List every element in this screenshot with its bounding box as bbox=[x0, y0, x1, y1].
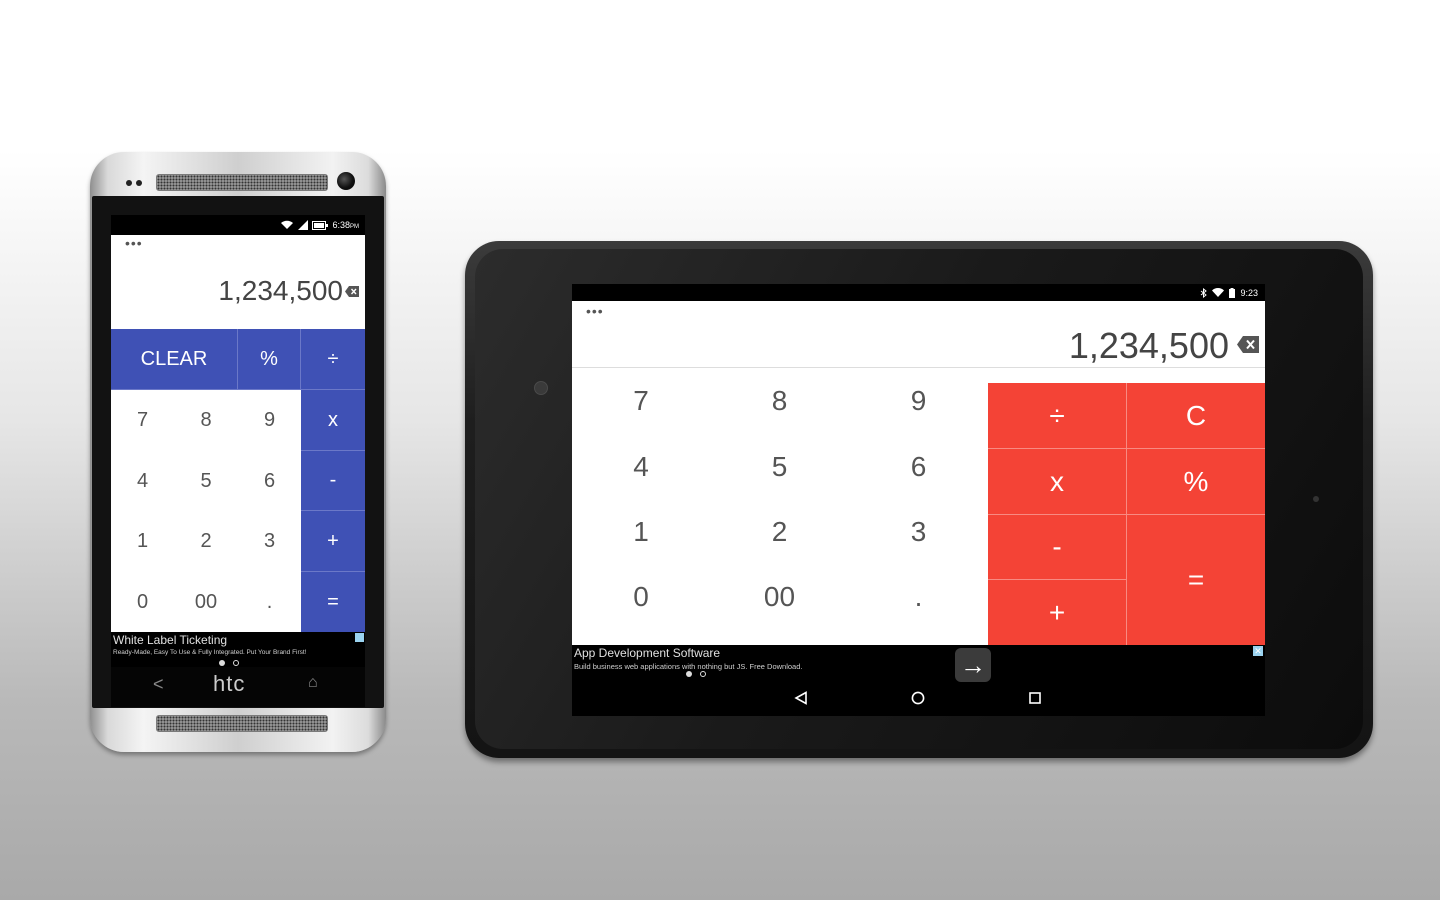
key-3[interactable]: 3 bbox=[849, 499, 988, 565]
ad-choices-icon[interactable] bbox=[355, 633, 364, 642]
key-5[interactable]: 5 bbox=[174, 451, 238, 511]
key-4[interactable]: 4 bbox=[111, 451, 174, 511]
key-7[interactable]: 7 bbox=[572, 368, 710, 434]
calculator-display: ••• 1,234,500 bbox=[111, 235, 365, 329]
minus-button[interactable]: - bbox=[301, 451, 365, 511]
key-9[interactable]: 9 bbox=[238, 390, 301, 451]
page-indicator-dot-active bbox=[686, 671, 692, 677]
key-00[interactable]: 00 bbox=[710, 565, 849, 628]
page-indicator-dot bbox=[700, 671, 706, 677]
display-value: 1,234,500 bbox=[1068, 325, 1229, 366]
back-nav-button[interactable]: < bbox=[153, 674, 164, 695]
key-2[interactable]: 2 bbox=[710, 499, 849, 565]
recents-square-icon[interactable] bbox=[1028, 691, 1042, 705]
ad-subtitle: Ready-Made, Easy To Use & Fully Integrat… bbox=[113, 649, 307, 656]
phone-top-speaker bbox=[156, 174, 328, 191]
equals-button[interactable]: = bbox=[1127, 515, 1265, 645]
clear-button[interactable]: CLEAR bbox=[111, 329, 238, 390]
equals-button[interactable]: = bbox=[301, 572, 365, 632]
status-ampm: PM bbox=[350, 224, 359, 230]
ad-title[interactable]: White Label Ticketing bbox=[113, 633, 227, 647]
key-1[interactable]: 1 bbox=[572, 499, 710, 565]
key-6[interactable]: 6 bbox=[849, 434, 988, 499]
status-time: 9:23 bbox=[1240, 287, 1258, 298]
ad-banner[interactable]: White Label Ticketing Ready-Made, Easy T… bbox=[111, 632, 365, 667]
key-7[interactable]: 7 bbox=[111, 390, 174, 451]
key-decimal[interactable]: . bbox=[238, 572, 301, 632]
key-0[interactable]: 0 bbox=[111, 572, 174, 632]
tablet-front-camera bbox=[534, 381, 548, 395]
multiply-button[interactable]: x bbox=[988, 449, 1127, 515]
key-4[interactable]: 4 bbox=[572, 434, 710, 499]
percent-button[interactable]: % bbox=[1127, 449, 1265, 515]
key-2[interactable]: 2 bbox=[174, 511, 238, 572]
android-nav-bar bbox=[572, 683, 1265, 716]
phone-front-camera bbox=[337, 172, 355, 190]
page-indicator-dot-active bbox=[219, 660, 225, 666]
keypad: CLEAR % ÷ 7 8 9 x 4 5 6 - 1 2 3 + 0 00 .… bbox=[111, 329, 365, 632]
display-value: 1,234,500 bbox=[218, 275, 343, 306]
tablet-sensor bbox=[1313, 496, 1319, 502]
key-6[interactable]: 6 bbox=[238, 451, 301, 511]
ad-subtitle: Build business web applications with not… bbox=[574, 662, 803, 671]
plus-button[interactable]: + bbox=[301, 511, 365, 572]
back-triangle-icon[interactable] bbox=[794, 691, 808, 705]
divide-button[interactable]: ÷ bbox=[988, 383, 1127, 449]
ad-open-arrow-icon[interactable]: → bbox=[955, 648, 991, 682]
phone-sensor bbox=[126, 180, 132, 186]
overflow-menu-icon[interactable]: ••• bbox=[125, 235, 143, 251]
phone-bottom-speaker bbox=[156, 715, 328, 732]
phone-nav-bar: < htc ⌂ bbox=[111, 667, 365, 707]
backspace-icon[interactable] bbox=[1237, 336, 1259, 353]
key-00[interactable]: 00 bbox=[174, 572, 238, 632]
plus-button[interactable]: + bbox=[988, 580, 1127, 645]
home-circle-icon[interactable] bbox=[910, 690, 926, 706]
keypad: 7 8 9 4 5 6 1 2 3 0 00 . ÷ C x % - = + bbox=[572, 368, 1265, 645]
battery-icon bbox=[1229, 287, 1236, 298]
home-nav-button[interactable]: ⌂ bbox=[308, 674, 318, 692]
ad-title[interactable]: App Development Software bbox=[574, 646, 720, 660]
tablet-status-bar: 9:23 bbox=[572, 284, 1265, 301]
percent-button[interactable]: % bbox=[238, 329, 301, 390]
phone-sensor bbox=[136, 180, 142, 186]
calculator-display: ••• 1,234,500 bbox=[572, 301, 1265, 368]
ad-close-icon[interactable]: ✕ bbox=[1253, 646, 1263, 656]
overflow-menu-icon[interactable]: ••• bbox=[586, 303, 604, 319]
bluetooth-icon bbox=[1201, 287, 1208, 298]
key-decimal[interactable]: . bbox=[849, 565, 988, 628]
phone-screen: 6:38PM ••• 1,234,500 CLEAR % ÷ 7 8 9 x 4… bbox=[111, 215, 365, 667]
key-3[interactable]: 3 bbox=[238, 511, 301, 572]
phone-status-bar: 6:38PM bbox=[111, 215, 365, 235]
key-8[interactable]: 8 bbox=[710, 368, 849, 434]
tablet-screen: 9:23 ••• 1,234,500 7 8 9 4 5 6 1 2 3 0 0… bbox=[572, 284, 1265, 716]
key-8[interactable]: 8 bbox=[174, 390, 238, 451]
wifi-icon bbox=[1212, 288, 1225, 297]
signal-icon bbox=[298, 220, 309, 230]
key-5[interactable]: 5 bbox=[710, 434, 849, 499]
status-time: 6:38PM bbox=[332, 220, 359, 230]
ad-banner[interactable]: App Development Software Build business … bbox=[572, 645, 1265, 683]
key-9[interactable]: 9 bbox=[849, 368, 988, 434]
divide-button[interactable]: ÷ bbox=[301, 329, 365, 390]
page-indicator-dot bbox=[233, 660, 239, 666]
key-1[interactable]: 1 bbox=[111, 511, 174, 572]
wifi-icon bbox=[281, 220, 294, 229]
backspace-icon[interactable] bbox=[345, 286, 359, 297]
multiply-button[interactable]: x bbox=[301, 390, 365, 451]
key-0[interactable]: 0 bbox=[572, 565, 710, 628]
clear-button[interactable]: C bbox=[1127, 383, 1265, 449]
battery-icon bbox=[312, 220, 329, 230]
htc-logo: htc bbox=[213, 671, 246, 696]
minus-button[interactable]: - bbox=[988, 515, 1127, 580]
